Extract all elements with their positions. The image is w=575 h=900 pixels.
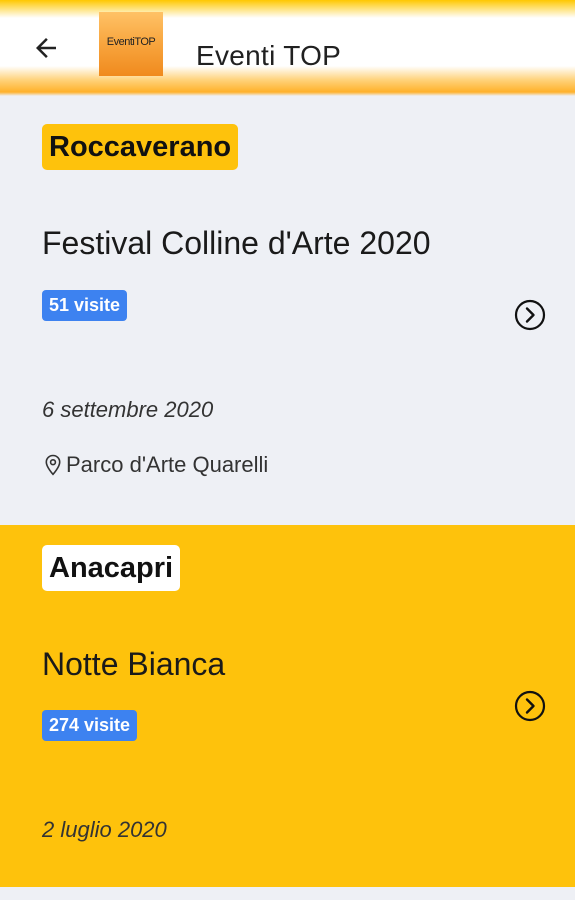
- event-card[interactable]: Roccaverano Festival Colline d'Arte 2020…: [0, 105, 575, 525]
- city-badge: Roccaverano: [42, 124, 239, 170]
- logo-text: EventiTOP: [106, 36, 156, 48]
- chevron-right-circle-icon[interactable]: [513, 689, 547, 723]
- page-title: Eventi TOP: [196, 40, 342, 71]
- event-card[interactable]: Anacapri Notte Bianca 274 visite 2 lugli…: [0, 525, 575, 887]
- event-date: 2 luglio 2020: [42, 817, 167, 842]
- next-card-peek: [0, 887, 575, 900]
- location-label: Parco d'Arte Quarelli: [66, 452, 269, 477]
- app-logo: EventiTOP: [99, 12, 163, 76]
- back-button[interactable]: [24, 28, 68, 68]
- event-date: 6 settembre 2020: [42, 397, 214, 422]
- arrow-left-icon: [36, 38, 56, 58]
- city-badge: Anacapri: [42, 545, 181, 591]
- visits-badge: 51 visite: [42, 290, 128, 321]
- event-title: Notte Bianca: [42, 646, 226, 682]
- chevron-right-circle-icon[interactable]: [513, 298, 547, 332]
- event-location: Parco d'Arte Quarelli: [44, 452, 268, 478]
- visits-badge: 274 visite: [42, 710, 138, 741]
- event-title: Festival Colline d'Arte 2020: [42, 225, 431, 261]
- app-bar: EventiTOP Eventi TOP: [0, 0, 575, 96]
- location-pin-icon: [45, 454, 61, 476]
